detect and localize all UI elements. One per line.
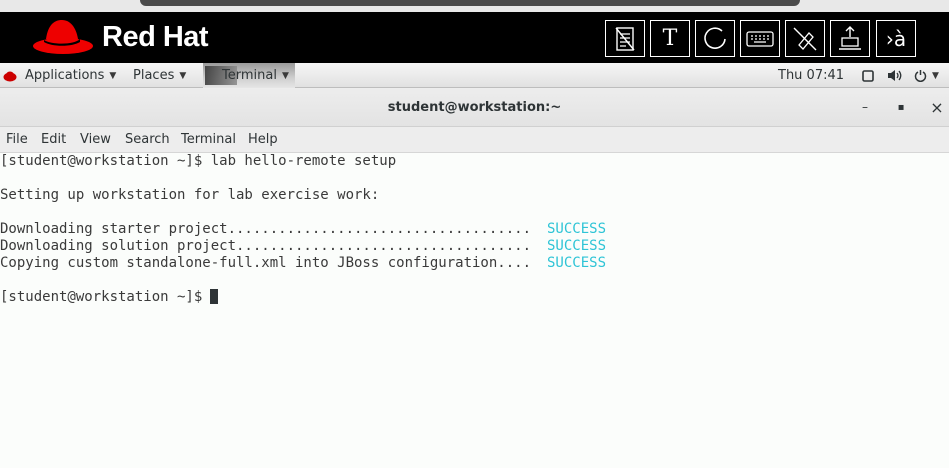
chevron-down-icon: ▼ [281,70,289,81]
places-label: Places [133,68,175,83]
terminal-line: Downloading starter project.............… [0,221,532,237]
terminal-cursor [210,289,218,304]
terminal-line: [student@workstation ~]$ lab hello-remot… [0,153,397,169]
volume-icon[interactable] [887,63,903,88]
power-icon[interactable]: ▼ [914,63,939,88]
minimize-button[interactable]: – [856,98,874,116]
chevron-down-icon: ▼ [932,70,939,81]
close-button[interactable]: × [928,97,946,117]
browser-edge [0,0,949,12]
menu-search[interactable]: Search [125,132,170,147]
terminal-line: Copying custom standalone-full.xml into … [0,255,532,271]
eject-button[interactable] [830,20,870,57]
circle-tool-icon [704,26,726,49]
keyboard-icon [746,30,774,47]
terminal-prompt: [student@workstation ~]$ [0,289,211,305]
remote-console-banner: Red Hat T ›à [0,0,949,63]
applications-menu[interactable]: Applications ▼ [3,63,116,88]
window-title: student@workstation:~ [387,100,562,115]
window-overview-icon[interactable] [862,63,874,88]
keyboard-button[interactable] [740,20,780,57]
menu-file[interactable]: File [6,132,28,147]
terminal-output[interactable]: [student@workstation ~]$ lab hello-remot… [0,153,949,468]
maximize-button[interactable]: ▪ [892,98,910,116]
gnome-top-bar: Applications ▼ Places ▼ Terminal ▼ Thu 0… [0,63,949,88]
terminal-task-label: Terminal [222,68,277,83]
terminal-line: Downloading solution project............… [0,238,532,254]
status-success: SUCCESS [547,255,607,271]
terminal-line: Setting up workstation for lab exercise … [0,187,380,203]
chevron-down-icon: ▼ [109,70,117,81]
notes-button[interactable] [605,20,645,57]
clock-label: Thu 07:41 [778,68,845,83]
status-success: SUCCESS [547,238,607,254]
text-tool-icon: T [662,26,678,51]
text-tool-button[interactable]: T [650,20,690,57]
maximize-icon: ▪ [897,101,905,113]
redhat-hat-icon [33,20,93,54]
redhat-logo-text: Red Hat [102,20,209,53]
mouse-off-button[interactable] [785,20,825,57]
terminal-taskbar-item[interactable]: Terminal ▼ [203,63,295,88]
menu-help[interactable]: Help [248,132,278,147]
menu-terminal[interactable]: Terminal [181,132,236,147]
places-menu[interactable]: Places ▼ [133,63,186,88]
notes-icon [615,26,635,51]
status-success: SUCCESS [547,221,607,237]
clock[interactable]: Thu 07:41 [778,63,844,88]
menu-bar: File Edit View Search Terminal Help [0,127,949,153]
mouse-off-icon [793,27,817,50]
applications-label: Applications [25,68,105,83]
menu-view[interactable]: View [80,132,111,147]
terminal-button[interactable]: ›à [876,20,916,57]
circle-tool-button[interactable] [695,20,735,57]
close-icon: × [930,97,944,117]
eject-icon [839,25,861,50]
chevron-down-icon: ▼ [179,70,187,81]
window-title-bar[interactable]: student@workstation:~ – ▪ × [0,88,949,127]
redhat-small-icon [3,71,17,81]
menu-edit[interactable]: Edit [41,132,66,147]
redhat-logo: Red Hat [32,16,209,58]
terminal-icon: ›à [885,26,907,51]
minimize-icon: – [862,100,868,114]
